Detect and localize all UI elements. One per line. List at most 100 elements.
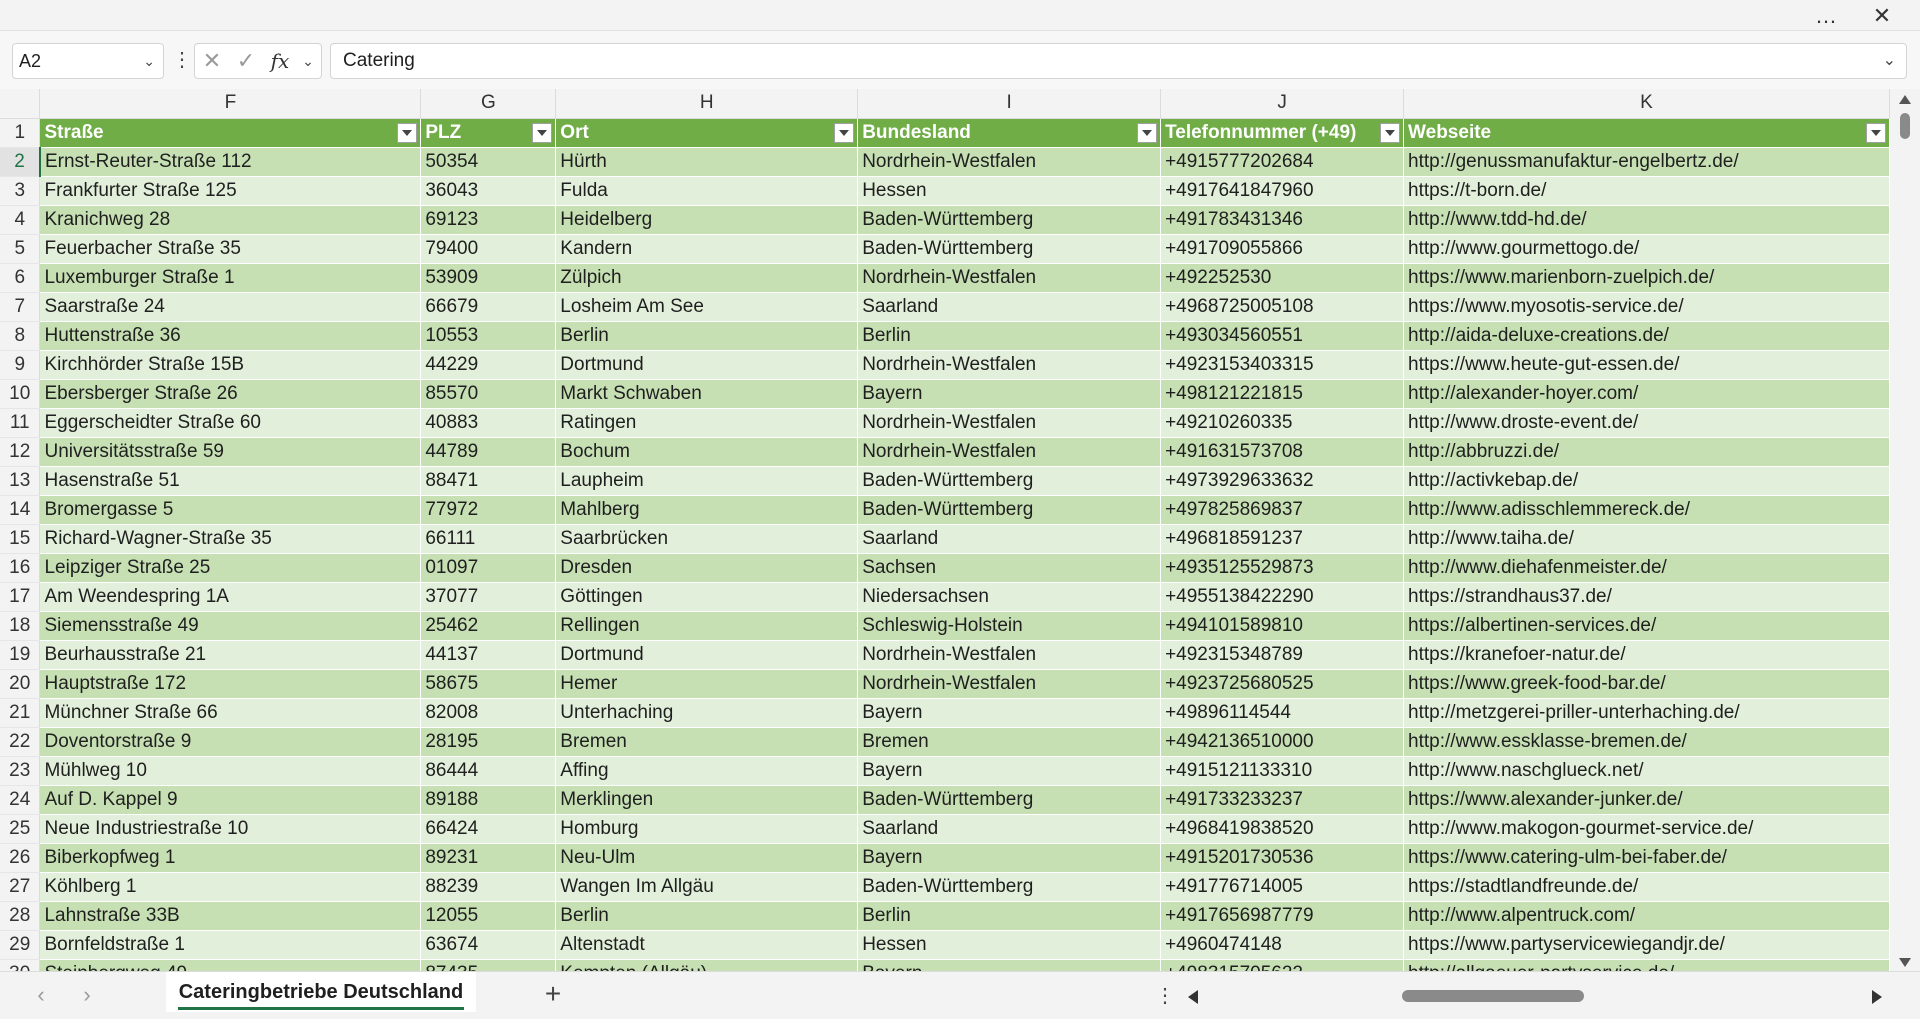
- table-cell[interactable]: Hürth: [555, 147, 859, 177]
- table-cell[interactable]: 44789: [420, 437, 557, 467]
- table-cell[interactable]: Neue Industriestraße 10: [39, 814, 422, 844]
- table-cell[interactable]: +4955138422290: [1160, 582, 1405, 612]
- table-cell[interactable]: +49896114544: [1160, 698, 1405, 728]
- table-cell[interactable]: Feuerbacher Straße 35: [39, 234, 422, 264]
- table-cell[interactable]: Laupheim: [555, 466, 859, 496]
- table-cell[interactable]: +492315348789: [1160, 640, 1405, 670]
- vertical-dots-icon[interactable]: ⋮: [172, 43, 192, 79]
- checkmark-icon[interactable]: ✓: [229, 48, 263, 74]
- table-header-cell[interactable]: Webseite: [1403, 118, 1890, 148]
- filter-dropdown-icon[interactable]: [834, 122, 855, 143]
- table-cell[interactable]: +491631573708: [1160, 437, 1405, 467]
- table-cell[interactable]: +497825869837: [1160, 495, 1405, 525]
- row-header[interactable]: 30: [0, 959, 41, 971]
- table-cell[interactable]: +492252530: [1160, 263, 1405, 293]
- table-cell[interactable]: 53909: [420, 263, 557, 293]
- table-cell[interactable]: Bremen: [555, 727, 859, 757]
- sheet-tab-active[interactable]: Cateringbetriebe Deutschland: [166, 972, 476, 1012]
- cancel-icon[interactable]: ✕: [195, 48, 229, 74]
- table-cell[interactable]: +494101589810: [1160, 611, 1405, 641]
- table-header-cell[interactable]: Straße: [39, 118, 422, 148]
- table-cell[interactable]: 44137: [420, 640, 557, 670]
- table-cell[interactable]: Markt Schwaben: [555, 379, 859, 409]
- table-cell[interactable]: 88239: [420, 872, 557, 902]
- table-cell[interactable]: Bayern: [857, 843, 1162, 873]
- table-header-cell[interactable]: Telefonnummer (+49): [1160, 118, 1405, 148]
- table-cell[interactable]: +4935125529873: [1160, 553, 1405, 583]
- table-cell[interactable]: Bayern: [857, 756, 1162, 786]
- table-cell[interactable]: Losheim Am See: [555, 292, 859, 322]
- table-cell[interactable]: +493034560551: [1160, 321, 1405, 351]
- table-cell[interactable]: Doventorstraße 9: [39, 727, 422, 757]
- row-header[interactable]: 5: [0, 234, 41, 264]
- table-cell[interactable]: +4923725680525: [1160, 669, 1405, 699]
- table-cell[interactable]: Merklingen: [555, 785, 859, 815]
- table-cell[interactable]: Universitätsstraße 59: [39, 437, 422, 467]
- column-letter-g[interactable]: G: [420, 89, 557, 119]
- table-cell[interactable]: Leipziger Straße 25: [39, 553, 422, 583]
- table-cell[interactable]: Hemer: [555, 669, 859, 699]
- table-cell[interactable]: +4915121133310: [1160, 756, 1405, 786]
- table-cell[interactable]: 77972: [420, 495, 557, 525]
- table-cell[interactable]: http://www.alpentruck.com/: [1403, 901, 1890, 931]
- name-box[interactable]: A2 ⌄: [12, 43, 164, 79]
- row-header[interactable]: 17: [0, 582, 41, 612]
- table-cell[interactable]: Homburg: [555, 814, 859, 844]
- row-header[interactable]: 6: [0, 263, 41, 293]
- table-cell[interactable]: http://www.tdd-hd.de/: [1403, 205, 1890, 235]
- row-header[interactable]: 7: [0, 292, 41, 322]
- row-header[interactable]: 3: [0, 176, 41, 206]
- table-cell[interactable]: Baden-Württemberg: [857, 234, 1162, 264]
- table-cell[interactable]: Dortmund: [555, 350, 859, 380]
- table-cell[interactable]: Berlin: [857, 901, 1162, 931]
- table-cell[interactable]: https://kranefoer-natur.de/: [1403, 640, 1890, 670]
- column-letter-j[interactable]: J: [1160, 89, 1405, 119]
- table-cell[interactable]: https://t-born.de/: [1403, 176, 1890, 206]
- previous-sheet-icon[interactable]: ‹: [26, 982, 56, 1010]
- table-cell[interactable]: https://www.catering-ulm-bei-faber.de/: [1403, 843, 1890, 873]
- tab-options-icon[interactable]: ⋮: [1155, 982, 1175, 1010]
- filter-dropdown-icon[interactable]: [1866, 122, 1886, 143]
- table-cell[interactable]: Nordrhein-Westfalen: [857, 350, 1162, 380]
- table-cell[interactable]: Baden-Württemberg: [857, 872, 1162, 902]
- next-sheet-icon[interactable]: ›: [72, 982, 102, 1010]
- table-cell[interactable]: Baden-Württemberg: [857, 495, 1162, 525]
- close-button[interactable]: ✕: [1858, 0, 1906, 31]
- scroll-down-icon[interactable]: [1899, 958, 1911, 967]
- table-cell[interactable]: 40883: [420, 408, 557, 438]
- table-cell[interactable]: Siemensstraße 49: [39, 611, 422, 641]
- table-cell[interactable]: 63674: [420, 930, 557, 960]
- table-cell[interactable]: Münchner Straße 66: [39, 698, 422, 728]
- table-cell[interactable]: +498315705622: [1160, 959, 1405, 971]
- table-cell[interactable]: Saarland: [857, 292, 1162, 322]
- table-cell[interactable]: Nordrhein-Westfalen: [857, 437, 1162, 467]
- table-cell[interactable]: Bremen: [857, 727, 1162, 757]
- table-cell[interactable]: Ebersberger Straße 26: [39, 379, 422, 409]
- table-cell[interactable]: 89188: [420, 785, 557, 815]
- table-cell[interactable]: http://allgaeuer-partyservice.de/: [1403, 959, 1890, 971]
- table-cell[interactable]: http://genussmanufaktur-engelbertz.de/: [1403, 147, 1890, 177]
- scroll-up-icon[interactable]: [1899, 95, 1911, 104]
- table-cell[interactable]: +4923153403315: [1160, 350, 1405, 380]
- table-cell[interactable]: Köhlberg 1: [39, 872, 422, 902]
- table-cell[interactable]: +4915777202684: [1160, 147, 1405, 177]
- table-cell[interactable]: 58675: [420, 669, 557, 699]
- table-cell[interactable]: Bayern: [857, 698, 1162, 728]
- row-header[interactable]: 13: [0, 466, 41, 496]
- table-cell[interactable]: +491709055866: [1160, 234, 1405, 264]
- table-cell[interactable]: http://alexander-hoyer.com/: [1403, 379, 1890, 409]
- table-cell[interactable]: Göttingen: [555, 582, 859, 612]
- table-cell[interactable]: +4915201730536: [1160, 843, 1405, 873]
- table-cell[interactable]: 88471: [420, 466, 557, 496]
- horizontal-scroll-thumb[interactable]: [1402, 990, 1584, 1002]
- table-cell[interactable]: https://stadtlandfreunde.de/: [1403, 872, 1890, 902]
- add-sheet-button[interactable]: +: [536, 978, 570, 1012]
- table-cell[interactable]: https://www.marienborn-zuelpich.de/: [1403, 263, 1890, 293]
- table-cell[interactable]: http://www.taiha.de/: [1403, 524, 1890, 554]
- table-cell[interactable]: 86444: [420, 756, 557, 786]
- expand-formula-icon[interactable]: ⌄: [1883, 44, 1896, 78]
- table-cell[interactable]: 87435: [420, 959, 557, 971]
- row-header[interactable]: 10: [0, 379, 41, 409]
- table-cell[interactable]: +4917641847960: [1160, 176, 1405, 206]
- table-cell[interactable]: Frankfurter Straße 125: [39, 176, 422, 206]
